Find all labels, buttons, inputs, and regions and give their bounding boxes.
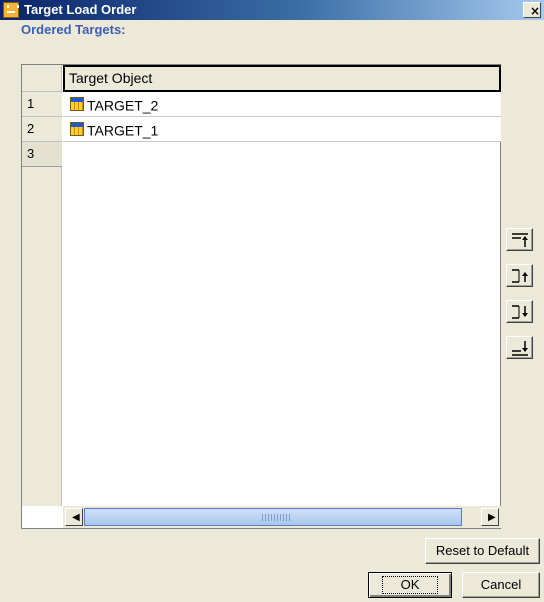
targets-grid: Target Object 1 2 3 TARGET_2 TARGET_1 ◀ … (21, 64, 501, 529)
ok-button[interactable]: OK (368, 572, 452, 598)
target-table-icon (70, 96, 84, 111)
cancel-button[interactable]: Cancel (462, 572, 540, 598)
window-title: Target Load Order (24, 2, 137, 17)
row-number[interactable]: 3 (22, 142, 62, 167)
target-name: TARGET_2 (87, 97, 159, 114)
table-row[interactable]: TARGET_2 (63, 92, 501, 117)
row-number[interactable]: 1 (22, 92, 62, 117)
grid-corner (22, 65, 62, 92)
table-row[interactable]: TARGET_1 (63, 117, 501, 142)
move-to-bottom-button[interactable] (506, 336, 533, 359)
target-load-order-dialog: Target Load Order × Ordered Targets: Tar… (0, 0, 544, 602)
move-up-icon (512, 269, 528, 283)
move-to-bottom-icon (512, 341, 528, 356)
column-header-target-object[interactable]: Target Object (63, 65, 501, 92)
scroll-right-arrow-icon[interactable]: ▶ (481, 508, 499, 526)
scroll-left-arrow-icon[interactable]: ◀ (65, 508, 83, 526)
move-to-top-button[interactable] (506, 228, 533, 251)
title-bar[interactable]: Target Load Order × (0, 0, 544, 20)
move-up-button[interactable] (506, 264, 533, 287)
scroll-grip-icon (262, 514, 292, 521)
row-number[interactable]: 2 (22, 117, 62, 142)
scroll-thumb[interactable] (84, 508, 462, 526)
move-down-button[interactable] (506, 300, 533, 323)
target-name: TARGET_1 (87, 122, 159, 139)
horizontal-scrollbar[interactable]: ◀ ▶ (63, 506, 501, 528)
ordered-targets-label: Ordered Targets: (21, 22, 126, 37)
move-down-icon (512, 305, 528, 319)
reset-to-default-button[interactable]: Reset to Default (425, 538, 540, 564)
move-to-top-icon (512, 233, 528, 247)
row-header-column: 1 2 3 (22, 92, 62, 506)
target-table-icon (70, 121, 84, 136)
close-button[interactable]: × (523, 2, 541, 18)
ok-button-label: OK (381, 576, 439, 594)
app-icon (3, 2, 19, 18)
